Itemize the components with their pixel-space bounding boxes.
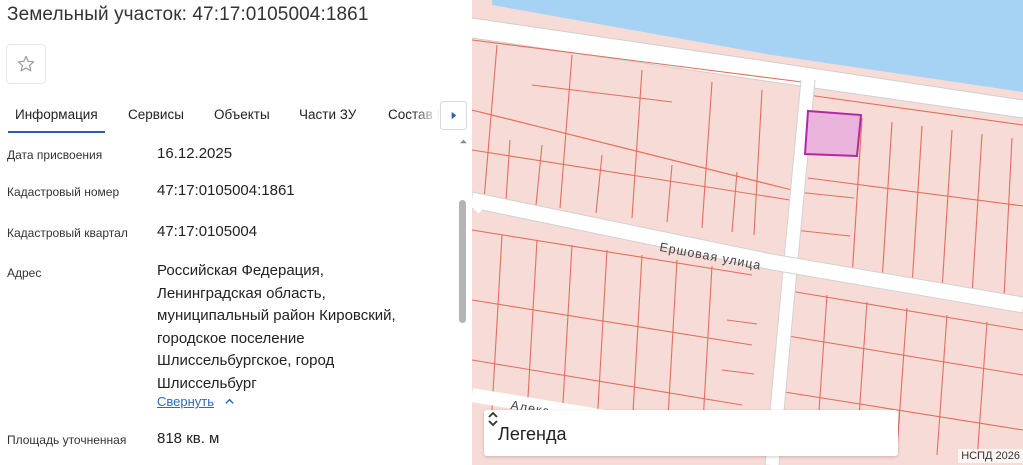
map-attribution: НСПД 2026: [958, 449, 1023, 463]
tab-objects[interactable]: Объекты: [214, 107, 270, 122]
address-line: Ленинградская область,: [157, 284, 326, 302]
tab-information[interactable]: Информация: [8, 107, 105, 133]
address-label: Адрес: [7, 266, 42, 280]
tab-land-parts[interactable]: Части ЗУ: [299, 107, 356, 122]
cadastral-quarter-label: Кадастровый квартал: [7, 226, 128, 240]
collapse-label: Свернуть: [157, 394, 215, 409]
street-ershovaya: [472, 192, 1023, 313]
scroll-up-arrow-icon[interactable]: [460, 138, 467, 145]
address-line: муниципальный район Кировский,: [157, 307, 396, 324]
chevron-up-icon: [225, 398, 234, 404]
assignment-date-label: Дата присвоения: [7, 148, 103, 162]
map-canvas[interactable]: [472, 0, 1023, 465]
scrollbar-thumb[interactable]: [459, 200, 466, 323]
address-line: городское поселение: [157, 329, 305, 347]
unfold-icon[interactable]: [484, 410, 502, 428]
collapse-address-link[interactable]: Свернуть: [157, 394, 235, 409]
tab-bar: Информация Сервисы Объекты Части ЗУ Сост…: [0, 100, 472, 134]
cadastral-number-value: 47:17:0105004:1861: [157, 182, 295, 199]
favorite-button[interactable]: [6, 44, 46, 84]
legend-title: Легенда: [498, 424, 567, 444]
tab-fade: [412, 100, 440, 134]
map-view[interactable]: Ершовая улица Алекс Легенда НСПД 2026: [472, 0, 1023, 465]
cadastral-quarter-value: 47:17:0105004: [157, 223, 258, 240]
tab-services[interactable]: Сервисы: [128, 107, 184, 122]
info-panel: Земельный участок: 47:17:0105004:1861 Ин…: [0, 0, 472, 465]
assignment-date-value: 16.12.2025: [157, 145, 233, 162]
area-value: 818 кв. м: [157, 430, 220, 447]
star-icon: [17, 55, 35, 72]
page-title: Земельный участок: 47:17:0105004:1861: [7, 4, 369, 25]
area-label: Площадь уточненная: [7, 433, 127, 447]
selected-parcel[interactable]: [803, 109, 863, 158]
cadastral-number-label: Кадастровый номер: [7, 185, 120, 199]
legend-panel[interactable]: Легенда: [484, 410, 898, 456]
address-line: Шлиссельбург: [157, 374, 257, 392]
tabs-scroll-right-button[interactable]: [440, 101, 467, 130]
address-line: Российская Федерация,: [157, 262, 324, 279]
caret-right-icon: [451, 111, 457, 120]
address-line: Шлиссельбургское, город: [157, 352, 335, 369]
